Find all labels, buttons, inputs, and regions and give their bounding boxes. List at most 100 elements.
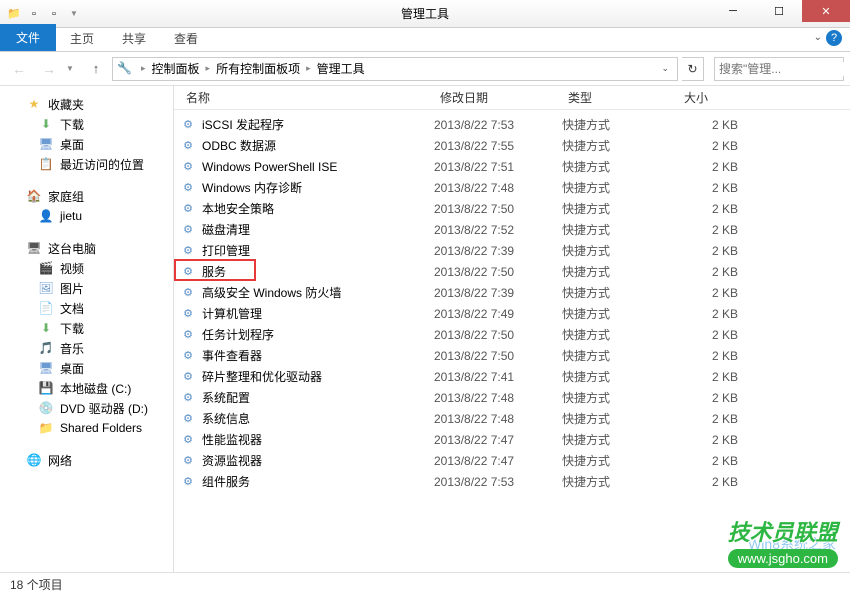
chevron-right-icon[interactable]: ▸ bbox=[202, 63, 215, 74]
sidebar-shared[interactable]: 📁Shared Folders bbox=[0, 418, 173, 438]
file-row[interactable]: ⚙资源监视器2013/8/22 7:47快捷方式2 KB bbox=[174, 450, 850, 471]
file-row[interactable]: ⚙服务2013/8/22 7:50快捷方式2 KB bbox=[174, 261, 850, 282]
sidebar-recent[interactable]: 📋最近访问的位置 bbox=[0, 154, 173, 174]
titlebar: 📁 ▫ ▫ ▼ 管理工具 ─ ☐ ✕ bbox=[0, 0, 850, 28]
file-row[interactable]: ⚙本地安全策略2013/8/22 7:50快捷方式2 KB bbox=[174, 198, 850, 219]
search-box[interactable]: 🔍 bbox=[714, 57, 844, 81]
refresh-button[interactable]: ↻ bbox=[682, 57, 704, 81]
file-row[interactable]: ⚙系统信息2013/8/22 7:48快捷方式2 KB bbox=[174, 408, 850, 429]
file-row[interactable]: ⚙磁盘清理2013/8/22 7:52快捷方式2 KB bbox=[174, 219, 850, 240]
sidebar-thispc[interactable]: 🖥这台电脑 bbox=[0, 238, 173, 258]
sidebar-user[interactable]: 👤jietu bbox=[0, 206, 173, 226]
file-name: 性能监视器 bbox=[202, 431, 434, 448]
picture-icon: 🖼 bbox=[38, 280, 54, 296]
sidebar-network[interactable]: 🌐网络 bbox=[0, 450, 173, 470]
file-row[interactable]: ⚙ODBC 数据源2013/8/22 7:55快捷方式2 KB bbox=[174, 135, 850, 156]
crumb-allitems[interactable]: 所有控制面板项 bbox=[214, 60, 302, 77]
dvd-icon: 💿 bbox=[38, 400, 54, 416]
file-row[interactable]: ⚙iSCSI 发起程序2013/8/22 7:53快捷方式2 KB bbox=[174, 114, 850, 135]
search-input[interactable] bbox=[719, 62, 850, 76]
column-date[interactable]: 修改日期 bbox=[432, 86, 560, 110]
homegroup-icon: 🏠 bbox=[26, 188, 42, 204]
sidebar-videos[interactable]: 🎬视频 bbox=[0, 258, 173, 278]
sidebar-pictures[interactable]: 🖼图片 bbox=[0, 278, 173, 298]
file-size: 2 KB bbox=[678, 181, 748, 195]
recent-icon: 📋 bbox=[38, 156, 54, 172]
ribbon-tabs: 文件 主页 共享 查看 ⌄ ? bbox=[0, 28, 850, 52]
shortcut-icon: ⚙ bbox=[180, 453, 196, 469]
column-size[interactable]: 大小 bbox=[676, 86, 756, 110]
file-type: 快捷方式 bbox=[562, 200, 678, 217]
address-bar[interactable]: 🔧 ▸ 控制面板 ▸ 所有控制面板项 ▸ 管理工具 ⌄ bbox=[112, 57, 678, 81]
window-title: 管理工具 bbox=[401, 5, 449, 22]
chevron-right-icon[interactable]: ▸ bbox=[302, 63, 315, 74]
help-icon[interactable]: ? bbox=[826, 30, 842, 46]
column-type[interactable]: 类型 bbox=[560, 86, 676, 110]
file-date: 2013/8/22 7:47 bbox=[434, 433, 562, 447]
qat-newfolder-icon[interactable]: ▫ bbox=[46, 6, 62, 22]
maximize-button[interactable]: ☐ bbox=[756, 0, 802, 22]
qat-properties-icon[interactable]: ▫ bbox=[26, 6, 42, 22]
crumb-controlpanel[interactable]: 控制面板 bbox=[150, 60, 202, 77]
sidebar-downloads2[interactable]: ⬇下载 bbox=[0, 318, 173, 338]
sidebar-dvd[interactable]: 💿DVD 驱动器 (D:) bbox=[0, 398, 173, 418]
tab-home[interactable]: 主页 bbox=[56, 26, 108, 51]
file-size: 2 KB bbox=[678, 286, 748, 300]
file-type: 快捷方式 bbox=[562, 326, 678, 343]
sidebar-documents[interactable]: 📄文档 bbox=[0, 298, 173, 318]
file-date: 2013/8/22 7:50 bbox=[434, 265, 562, 279]
file-row[interactable]: ⚙组件服务2013/8/22 7:53快捷方式2 KB bbox=[174, 471, 850, 492]
shortcut-icon: ⚙ bbox=[180, 180, 196, 196]
file-size: 2 KB bbox=[678, 412, 748, 426]
ribbon-expand-icon[interactable]: ⌄ bbox=[814, 32, 822, 43]
file-row[interactable]: ⚙高级安全 Windows 防火墙2013/8/22 7:39快捷方式2 KB bbox=[174, 282, 850, 303]
file-size: 2 KB bbox=[678, 433, 748, 447]
sidebar-localdisk[interactable]: 💾本地磁盘 (C:) bbox=[0, 378, 173, 398]
crumb-admintools[interactable]: 管理工具 bbox=[315, 60, 367, 77]
file-row[interactable]: ⚙Windows PowerShell ISE2013/8/22 7:51快捷方… bbox=[174, 156, 850, 177]
tab-file[interactable]: 文件 bbox=[0, 24, 56, 51]
file-row[interactable]: ⚙系统配置2013/8/22 7:48快捷方式2 KB bbox=[174, 387, 850, 408]
sidebar-music[interactable]: 🎵音乐 bbox=[0, 338, 173, 358]
shortcut-icon: ⚙ bbox=[180, 285, 196, 301]
chevron-right-icon[interactable]: ▸ bbox=[137, 63, 150, 74]
file-row[interactable]: ⚙事件查看器2013/8/22 7:50快捷方式2 KB bbox=[174, 345, 850, 366]
file-date: 2013/8/22 7:39 bbox=[434, 244, 562, 258]
shortcut-icon: ⚙ bbox=[180, 390, 196, 406]
file-row[interactable]: ⚙打印管理2013/8/22 7:39快捷方式2 KB bbox=[174, 240, 850, 261]
address-dropdown-icon[interactable]: ⌄ bbox=[657, 63, 673, 74]
file-date: 2013/8/22 7:48 bbox=[434, 181, 562, 195]
file-type: 快捷方式 bbox=[562, 158, 678, 175]
qat-dropdown-icon[interactable]: ▼ bbox=[66, 6, 82, 22]
file-row[interactable]: ⚙任务计划程序2013/8/22 7:50快捷方式2 KB bbox=[174, 324, 850, 345]
file-row[interactable]: ⚙Windows 内存诊断2013/8/22 7:48快捷方式2 KB bbox=[174, 177, 850, 198]
minimize-button[interactable]: ─ bbox=[710, 0, 756, 22]
forward-button[interactable]: → bbox=[36, 56, 62, 82]
computer-icon: 🖥 bbox=[26, 240, 42, 256]
file-size: 2 KB bbox=[678, 307, 748, 321]
sidebar-desktop2[interactable]: 🖥桌面 bbox=[0, 358, 173, 378]
sidebar-downloads[interactable]: ⬇下载 bbox=[0, 114, 173, 134]
file-type: 快捷方式 bbox=[562, 284, 678, 301]
sidebar-homegroup[interactable]: 🏠家庭组 bbox=[0, 186, 173, 206]
file-name: 组件服务 bbox=[202, 473, 434, 490]
file-date: 2013/8/22 7:52 bbox=[434, 223, 562, 237]
sidebar-favorites[interactable]: ★收藏夹 bbox=[0, 94, 173, 114]
file-row[interactable]: ⚙计算机管理2013/8/22 7:49快捷方式2 KB bbox=[174, 303, 850, 324]
file-name: 任务计划程序 bbox=[202, 326, 434, 343]
close-button[interactable]: ✕ bbox=[802, 0, 850, 22]
document-icon: 📄 bbox=[38, 300, 54, 316]
breadcrumb: ▸ 控制面板 ▸ 所有控制面板项 ▸ 管理工具 bbox=[137, 60, 367, 77]
file-row[interactable]: ⚙碎片整理和优化驱动器2013/8/22 7:41快捷方式2 KB bbox=[174, 366, 850, 387]
file-row[interactable]: ⚙性能监视器2013/8/22 7:47快捷方式2 KB bbox=[174, 429, 850, 450]
sidebar-desktop[interactable]: 🖥桌面 bbox=[0, 134, 173, 154]
tab-share[interactable]: 共享 bbox=[108, 26, 160, 51]
file-date: 2013/8/22 7:39 bbox=[434, 286, 562, 300]
back-button[interactable]: ← bbox=[6, 56, 32, 82]
tab-view[interactable]: 查看 bbox=[160, 26, 212, 51]
column-name[interactable]: 名称 bbox=[178, 86, 432, 110]
up-button[interactable]: ↑ bbox=[84, 57, 108, 81]
file-name: Windows 内存诊断 bbox=[202, 179, 434, 196]
history-dropdown-icon[interactable]: ▼ bbox=[66, 64, 80, 73]
file-size: 2 KB bbox=[678, 454, 748, 468]
